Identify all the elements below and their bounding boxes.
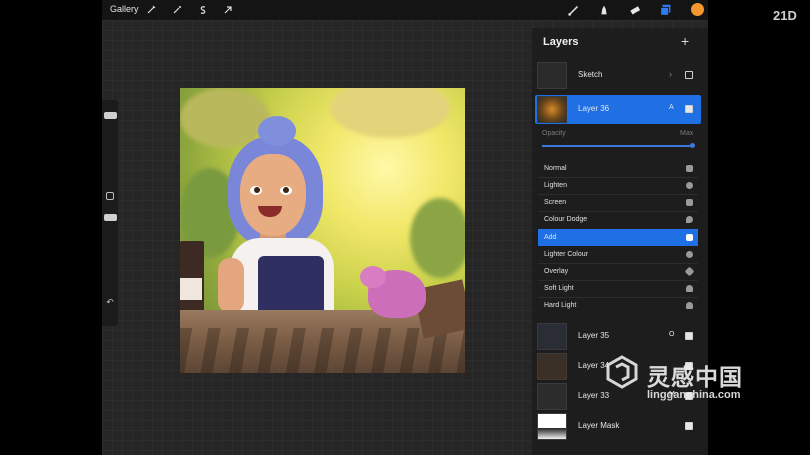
- corner-watermark: 21D: [773, 8, 797, 23]
- layer-name: Layer 36: [578, 104, 610, 113]
- blend-mode-soft-light[interactable]: Soft Light: [538, 280, 698, 297]
- blend-mode-hard-light[interactable]: Hard Light: [538, 297, 698, 314]
- normal-mode-icon: [686, 165, 693, 172]
- brand-watermark-text: 灵感中国: [647, 364, 743, 390]
- opacity-track[interactable]: [542, 145, 692, 147]
- character-overall: [258, 256, 324, 316]
- blend-mode-letter[interactable]: A: [669, 104, 674, 111]
- brand-logo-icon: [606, 355, 638, 389]
- blend-mode-letter[interactable]: O: [669, 331, 674, 338]
- opacity-max-label: Max: [680, 130, 694, 137]
- chevron-right-icon[interactable]: ›: [669, 69, 672, 79]
- opacity-thumb[interactable]: [690, 143, 695, 148]
- layer-row-layer-36[interactable]: Layer 36 A: [535, 95, 701, 124]
- brush-icon[interactable]: [566, 2, 582, 18]
- colour-dodge-mode-icon: [686, 216, 693, 223]
- magic-wand-icon[interactable]: [171, 3, 183, 16]
- layers-icon[interactable]: [658, 2, 674, 18]
- lighten-mode-icon: [686, 182, 693, 189]
- blend-mode-label: Normal: [544, 165, 567, 172]
- layer-name: Layer Mask: [578, 421, 620, 430]
- overlay-mode-icon: [684, 266, 695, 277]
- eraser-icon[interactable]: [627, 2, 643, 18]
- layer-thumbnail: [537, 353, 567, 380]
- opacity-slider[interactable]: [104, 214, 117, 221]
- top-toolbar: [102, 0, 708, 20]
- gallery-button[interactable]: Gallery: [110, 4, 139, 14]
- add-layer-button[interactable]: +: [681, 34, 689, 48]
- foliage: [410, 198, 465, 278]
- layer-row-layer-mask[interactable]: Layer Mask: [535, 412, 701, 441]
- blend-mode-lighter-colour[interactable]: Lighter Colour: [538, 246, 698, 263]
- blend-mode-label: Hard Light: [544, 302, 577, 309]
- layer-name: Sketch: [578, 70, 603, 79]
- visibility-checkbox[interactable]: [685, 105, 693, 113]
- color-picker-button[interactable]: [691, 3, 704, 16]
- character-pupil: [254, 187, 260, 193]
- foliage: [330, 88, 450, 138]
- layer-row-sketch[interactable]: Sketch ›: [535, 61, 701, 90]
- layers-title: Layers: [543, 36, 579, 48]
- character-arm: [218, 258, 244, 313]
- visibility-checkbox[interactable]: [685, 332, 693, 340]
- character-face: [240, 154, 306, 236]
- blend-mode-colour-dodge[interactable]: Colour Dodge: [538, 211, 698, 228]
- artwork-canvas[interactable]: [180, 88, 465, 373]
- blend-mode-label: Lighten: [544, 182, 567, 189]
- opacity-label: Opacity: [542, 130, 566, 137]
- pink-dragon-head: [360, 266, 386, 288]
- visibility-checkbox[interactable]: [685, 71, 693, 79]
- smudge-icon[interactable]: [596, 2, 612, 18]
- jar-label: [180, 278, 202, 300]
- undo-icon[interactable]: ↶: [104, 297, 116, 307]
- layer-thumbnail: [537, 383, 567, 410]
- blend-mode-label: Lighter Colour: [544, 251, 588, 258]
- screen-mode-icon: [686, 199, 693, 206]
- blend-mode-add[interactable]: Add: [538, 229, 698, 246]
- selection-icon[interactable]: [197, 3, 209, 16]
- character-pupil: [283, 187, 289, 193]
- layer-name: Layer 35: [578, 331, 610, 340]
- hard-light-mode-icon: [686, 302, 693, 309]
- character-hair-bun: [258, 116, 296, 146]
- layer-thumbnail: [537, 96, 567, 123]
- blend-mode-label: Overlay: [544, 268, 569, 275]
- blend-mode-label: Colour Dodge: [544, 216, 588, 223]
- visibility-checkbox[interactable]: [685, 422, 693, 430]
- blend-mode-label: Soft Light: [544, 285, 574, 292]
- layer-thumbnail: [537, 62, 567, 89]
- layer-name: Layer 34: [578, 361, 610, 370]
- blend-mode-lighten[interactable]: Lighten: [538, 177, 698, 194]
- lighter-colour-mode-icon: [686, 251, 693, 258]
- blend-mode-normal[interactable]: Normal: [538, 160, 698, 177]
- layer-thumbnail: [537, 413, 567, 440]
- blend-mode-label: Add: [544, 234, 557, 241]
- blend-mode-label: Screen: [544, 199, 567, 206]
- blend-mode-screen[interactable]: Screen: [538, 194, 698, 211]
- layer-name: Layer 33: [578, 391, 610, 400]
- add-mode-icon: [686, 234, 693, 241]
- modify-button[interactable]: [106, 192, 114, 200]
- layer-row-layer-35[interactable]: Layer 35 O: [535, 322, 701, 351]
- wrench-icon[interactable]: [145, 3, 157, 16]
- layer-thumbnail: [537, 323, 567, 350]
- soft-light-mode-icon: [686, 285, 693, 292]
- left-sidebar: [102, 100, 118, 326]
- brush-size-slider[interactable]: [104, 112, 117, 119]
- transform-arrow-icon[interactable]: [222, 3, 234, 16]
- brand-watermark-url: lingganchina.com: [647, 389, 741, 401]
- blend-mode-overlay[interactable]: Overlay: [538, 263, 698, 280]
